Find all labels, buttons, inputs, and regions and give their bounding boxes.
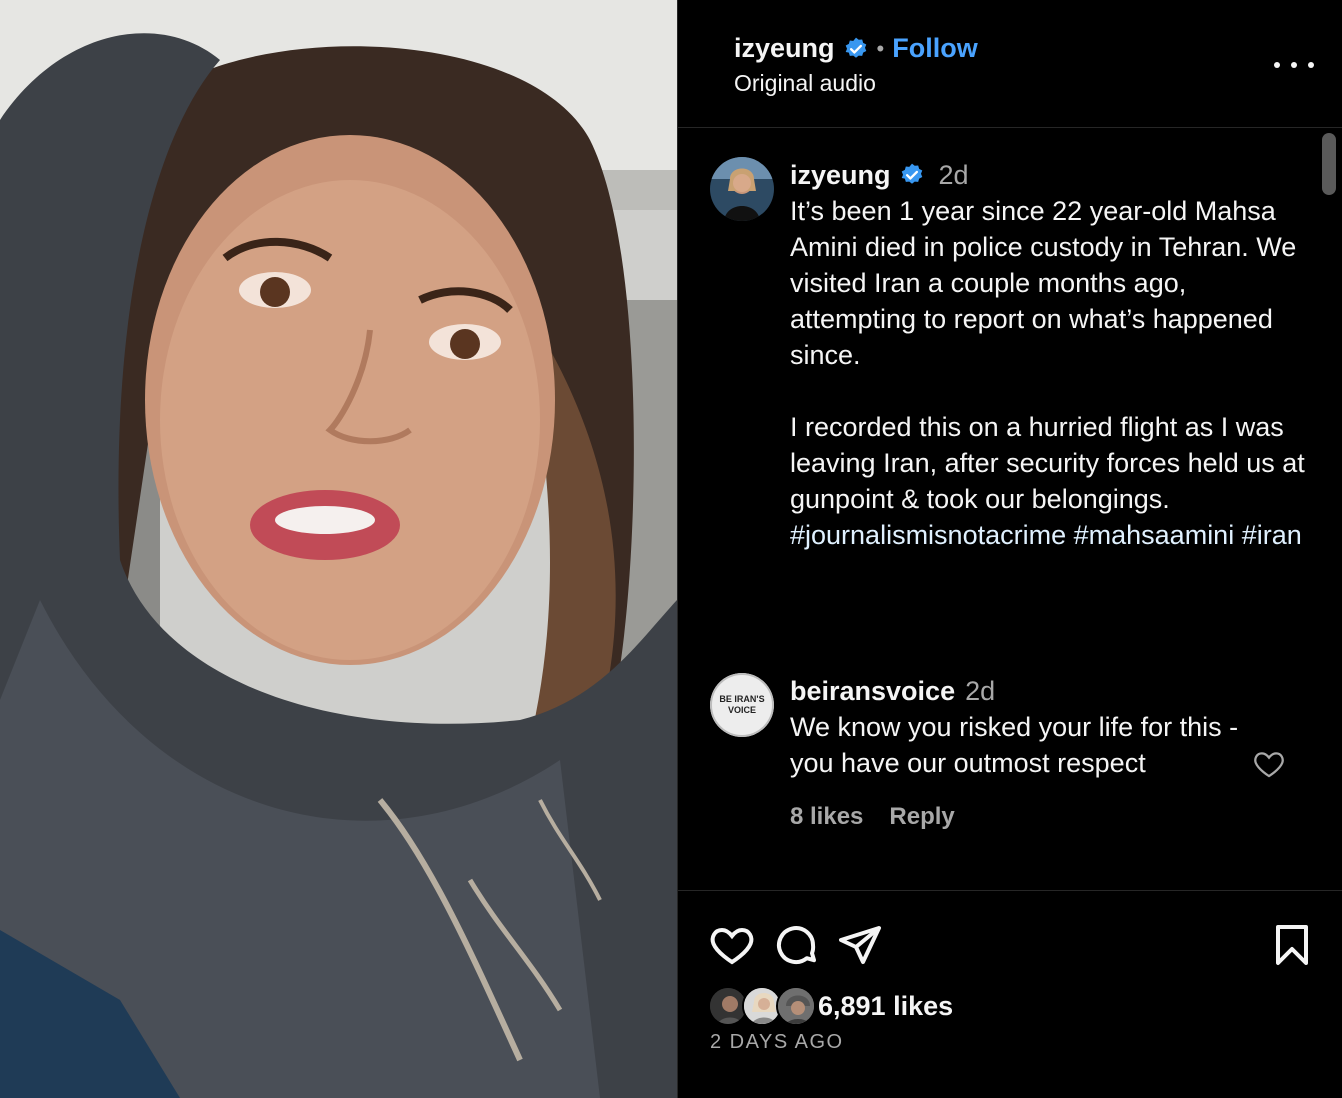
avatar-logo-text: BE IRAN'S (719, 694, 764, 704)
comment-text: We know you risked your life for this - … (790, 712, 1246, 778)
more-options-icon[interactable] (1274, 52, 1314, 78)
verified-badge-icon (901, 163, 922, 184)
comment-likes-count[interactable]: 8 likes (790, 803, 863, 831)
post-media-video[interactable] (0, 0, 677, 1098)
post-header: izyeung • Follow Original audio (678, 0, 1342, 128)
comments-scrollbar[interactable] (1322, 133, 1336, 195)
more-dot (1291, 62, 1297, 68)
caption-paragraph-1: It’s been 1 year since 22 year-old Mahsa… (790, 196, 1304, 370)
liker-avatars[interactable] (708, 986, 816, 1026)
caption-author-avatar[interactable] (710, 157, 774, 221)
avatar-logo-text: VOICE (728, 705, 756, 715)
comment-header: beiransvoice 2d (790, 673, 1250, 709)
caption-header: izyeung 2d (790, 157, 1310, 193)
post-author-username[interactable]: izyeung (734, 33, 835, 64)
more-dot (1308, 62, 1314, 68)
hashtag-link[interactable]: #iran (1242, 520, 1302, 550)
avatar-image: BE IRAN'S VOICE (710, 673, 774, 737)
heart-icon[interactable] (708, 921, 756, 969)
follow-button[interactable]: Follow (892, 33, 977, 64)
comment-timestamp[interactable]: 2d (965, 676, 995, 707)
hashtag-link[interactable]: #journalismisnotacrime (790, 520, 1066, 550)
comment-like-heart-icon[interactable] (1252, 747, 1286, 781)
comments-scroll-area[interactable]: izyeung 2d It’s been 1 year since 22 yea… (678, 129, 1342, 890)
post-timestamp[interactable]: 2 DAYS AGO (710, 1031, 844, 1054)
video-frame-illustration (0, 0, 677, 1098)
comment-bubble-icon[interactable] (772, 921, 820, 969)
post-actions (708, 921, 884, 969)
post-caption: izyeung 2d It’s been 1 year since 22 yea… (790, 157, 1310, 553)
verified-badge-icon (845, 37, 866, 58)
post-footer: 6,891 likes 2 DAYS AGO (678, 890, 1342, 1098)
post-likes-row: 6,891 likes (708, 986, 953, 1026)
comment-meta: 8 likes Reply (790, 803, 1250, 831)
comment-author-avatar[interactable]: BE IRAN'S VOICE (710, 673, 774, 737)
caption-username[interactable]: izyeung (790, 160, 891, 191)
avatar-image (778, 988, 814, 1024)
comment-reply-button[interactable]: Reply (889, 803, 954, 831)
post-detail-panel: izyeung • Follow Original audio izyeung … (678, 0, 1342, 1098)
avatar-image (710, 157, 774, 221)
caption-timestamp[interactable]: 2d (939, 160, 969, 191)
original-audio-link[interactable]: Original audio (734, 70, 876, 97)
paper-plane-icon[interactable] (836, 921, 884, 969)
post-likes-count[interactable]: 6,891 likes (818, 991, 953, 1022)
comment-username[interactable]: beiransvoice (790, 676, 955, 707)
more-dot (1274, 62, 1280, 68)
liker-avatar (776, 986, 816, 1026)
bookmark-icon[interactable] (1268, 921, 1316, 969)
hashtag-link[interactable]: #mahsaamini (1074, 520, 1235, 550)
comment-item: beiransvoice 2d We know you risked your … (790, 673, 1250, 831)
separator-dot: • (876, 35, 885, 61)
caption-paragraph-2-text: I recorded this on a hurried flight as I… (790, 412, 1313, 514)
caption-paragraph-2: I recorded this on a hurried flight as I… (790, 409, 1310, 553)
post-author-row: izyeung • Follow (734, 33, 978, 64)
